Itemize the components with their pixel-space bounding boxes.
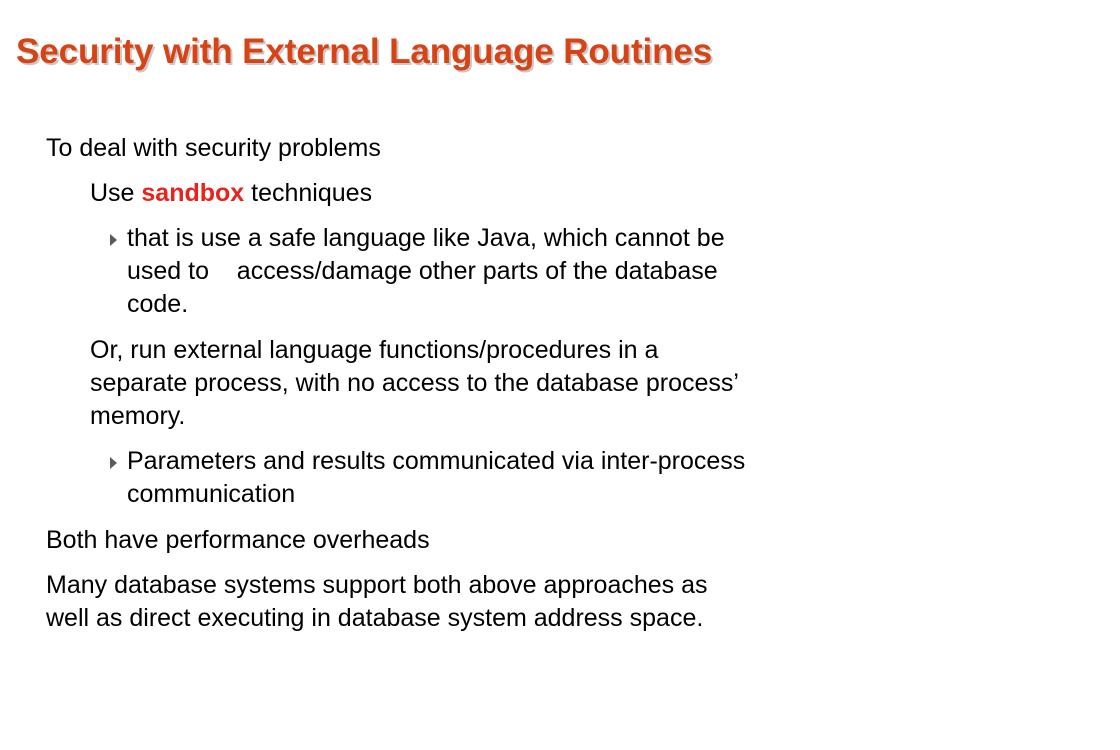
sub-bullet-java-line-2: used to access/damage other parts of the… (127, 257, 718, 285)
bullet-item-separate-process-line-3: memory. (90, 402, 186, 430)
sandbox-prefix: Use (90, 179, 142, 207)
sandbox-highlight: sandbox (141, 179, 245, 207)
bullet-item-sandbox: Use sandbox techniques (90, 177, 372, 210)
sub-bullet-java-line-3: code. (127, 290, 189, 318)
sandbox-suffix: techniques (244, 179, 373, 207)
bullet-item-overheads: Both have performance overheads (46, 526, 430, 554)
slide-title: Security with External Language Routines (16, 32, 713, 71)
bullet-item-many-systems-line-1: Many database systems support both above… (46, 571, 708, 599)
sub-bullet-params-line-1: Parameters and results communicated via … (127, 447, 746, 475)
right-triangle-bullet-icon (110, 234, 117, 246)
sub-bullet-params-line-2: communication (127, 480, 296, 508)
sub-bullet-java-line-1: that is use a safe language like Java, w… (127, 224, 725, 252)
right-triangle-bullet-icon (110, 457, 117, 469)
slide: Security with External Language Routines… (0, 0, 1120, 750)
bullet-item-many-systems-line-2: well as direct executing in database sys… (46, 604, 704, 632)
bullet-item-separate-process-line-2: separate process, with no access to the … (90, 369, 739, 397)
bullet-item-deal: To deal with security problems (46, 134, 381, 162)
bullet-item-separate-process-line-1: Or, run external language functions/proc… (90, 336, 659, 364)
